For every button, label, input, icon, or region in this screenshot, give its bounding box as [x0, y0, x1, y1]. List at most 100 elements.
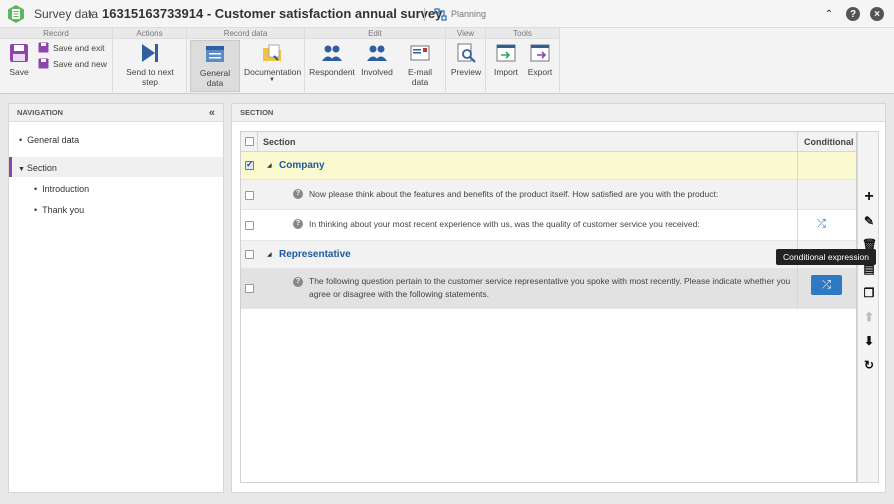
column-divider [797, 132, 798, 152]
save-button[interactable]: Save [4, 42, 34, 77]
save-and-exit-button[interactable]: Save and exit [38, 42, 105, 53]
save-and-new-button[interactable]: Save and new [38, 58, 107, 69]
survey-app-icon [8, 5, 24, 23]
question-icon: ? [293, 189, 303, 199]
send-to-next-step-button[interactable]: Send to next step [117, 42, 183, 87]
section-grid: Section Conditional ◢ Company ? Now plea… [240, 131, 857, 483]
row-checkbox[interactable] [245, 221, 254, 230]
row-tools-sidebar: + ✎ 🗑 ▤ ❐ ⬆ ⬇ ↻ [857, 131, 879, 483]
import-button[interactable]: Import [490, 42, 522, 77]
conditional-expression-button[interactable]: ⤮ [811, 275, 842, 295]
collapse-triangle-icon[interactable]: ◢ [267, 162, 272, 169]
ribbon-group-edit: Edit Respondent Involved E-mail data [305, 28, 446, 94]
general-data-label: General data [199, 68, 231, 88]
add-icon[interactable]: + [862, 189, 876, 205]
chevron-down-icon: ▼ [269, 77, 275, 83]
users-icon [322, 45, 342, 61]
section-title: SECTION [240, 108, 274, 117]
caret-down-icon[interactable]: ▼ [18, 166, 27, 173]
ribbon-toolbar: Record Save Save and exit Save and new A… [0, 28, 894, 94]
row-checkbox[interactable] [245, 191, 254, 200]
ribbon-group-title: Edit [305, 28, 445, 39]
save-exit-icon [38, 42, 49, 53]
email-data-label: E-mail data [407, 67, 433, 87]
group-label: Representative [279, 249, 351, 260]
ribbon-group-title: Record [0, 28, 112, 39]
breadcrumb-separator-icon: › [88, 5, 93, 21]
copy-icon[interactable]: ❐ [862, 286, 876, 300]
column-header-conditional[interactable]: Conditional [804, 137, 854, 147]
send-next-label: Send to next step [126, 67, 174, 87]
move-up-icon[interactable]: ⬆ [862, 310, 876, 324]
shuffle-icon: ⤮ [822, 279, 831, 291]
save-new-label: Save and new [53, 58, 107, 69]
table-row-question[interactable]: ? The following question pertain to the … [241, 269, 856, 309]
nav-item-label: General data [27, 135, 80, 145]
email-data-button[interactable]: E-mail data [399, 42, 441, 87]
question-text-line-1: The following question pertain to the cu… [309, 276, 791, 286]
general-data-button[interactable]: General data [190, 40, 240, 92]
divider [424, 8, 425, 21]
ribbon-group-view: View Preview [446, 28, 486, 94]
refresh-icon[interactable]: ↻ [862, 358, 876, 372]
respondent-button[interactable]: Respondent [309, 42, 355, 77]
question-icon: ? [293, 277, 303, 287]
preview-button[interactable]: Preview [449, 42, 483, 77]
save-new-icon [38, 58, 49, 69]
group-label: Company [279, 160, 325, 171]
column-header-section[interactable]: Section [263, 137, 296, 147]
ribbon-group-title: Tools [486, 28, 559, 39]
nav-item-general-data[interactable]: • General data [19, 135, 79, 145]
nav-item-thank-you[interactable]: • Thank you [34, 205, 84, 215]
documentation-icon [263, 44, 281, 61]
planning-status: Planning [451, 9, 487, 19]
nav-item-label: Introduction [42, 184, 90, 194]
planning-icon [434, 8, 447, 21]
edit-pencil-icon[interactable]: ✎ [862, 214, 876, 228]
window-controls: ⌃ ? × [822, 7, 884, 21]
table-row-group-representative[interactable]: ◢ Representative [241, 241, 856, 269]
table-row-group-company[interactable]: ◢ Company [241, 152, 856, 180]
involved-label: Involved [361, 67, 393, 77]
help-icon[interactable]: ? [846, 7, 860, 21]
select-all-checkbox[interactable] [245, 137, 254, 146]
record-title: 16315163733914 - Customer satisfaction a… [102, 6, 443, 21]
general-data-icon [206, 46, 224, 62]
floppy-disk-icon [10, 44, 28, 62]
nav-item-section[interactable]: ▼ Section [18, 163, 57, 173]
email-data-icon [410, 45, 430, 61]
row-checkbox[interactable] [245, 159, 254, 170]
shuffle-icon[interactable]: ⤮ [817, 218, 826, 231]
column-divider [797, 152, 798, 309]
collapse-up-icon[interactable]: ⌃ [822, 7, 836, 21]
row-checkbox[interactable] [245, 284, 254, 293]
import-label: Import [493, 67, 519, 77]
section-header: SECTION [232, 104, 885, 122]
table-row-question[interactable]: ? Now please think about the features an… [241, 180, 856, 210]
tooltip-conditional-expression: Conditional expression [776, 249, 876, 265]
table-row-question[interactable]: ? In thinking about your most recent exp… [241, 210, 856, 241]
save-exit-label: Save and exit [53, 42, 105, 53]
collapse-left-icon[interactable]: « [209, 104, 215, 122]
documentation-button[interactable]: Documentation ▼ [244, 42, 302, 83]
close-icon[interactable]: × [870, 7, 884, 21]
question-text: In thinking about your most recent exper… [309, 219, 700, 229]
users-icon [367, 45, 387, 61]
grid-header: Section Conditional [241, 132, 856, 152]
export-button[interactable]: Export [524, 42, 556, 77]
bullet-icon: • [19, 135, 28, 145]
import-icon [496, 44, 516, 62]
move-down-icon[interactable]: ⬇ [862, 334, 876, 348]
save-label: Save [9, 67, 29, 77]
navigation-panel: NAVIGATION « • General data ▼ Section • … [8, 103, 224, 493]
bullet-icon: • [34, 184, 43, 194]
navigation-header: NAVIGATION « [9, 104, 223, 122]
involved-button[interactable]: Involved [359, 42, 395, 77]
collapse-triangle-icon[interactable]: ◢ [267, 251, 272, 258]
question-icon: ? [293, 219, 303, 229]
nav-item-label: Thank you [42, 205, 85, 215]
preview-icon [457, 43, 476, 63]
documentation-label: Documentation [244, 67, 302, 77]
nav-item-introduction[interactable]: • Introduction [34, 184, 89, 194]
row-checkbox[interactable] [245, 250, 254, 259]
